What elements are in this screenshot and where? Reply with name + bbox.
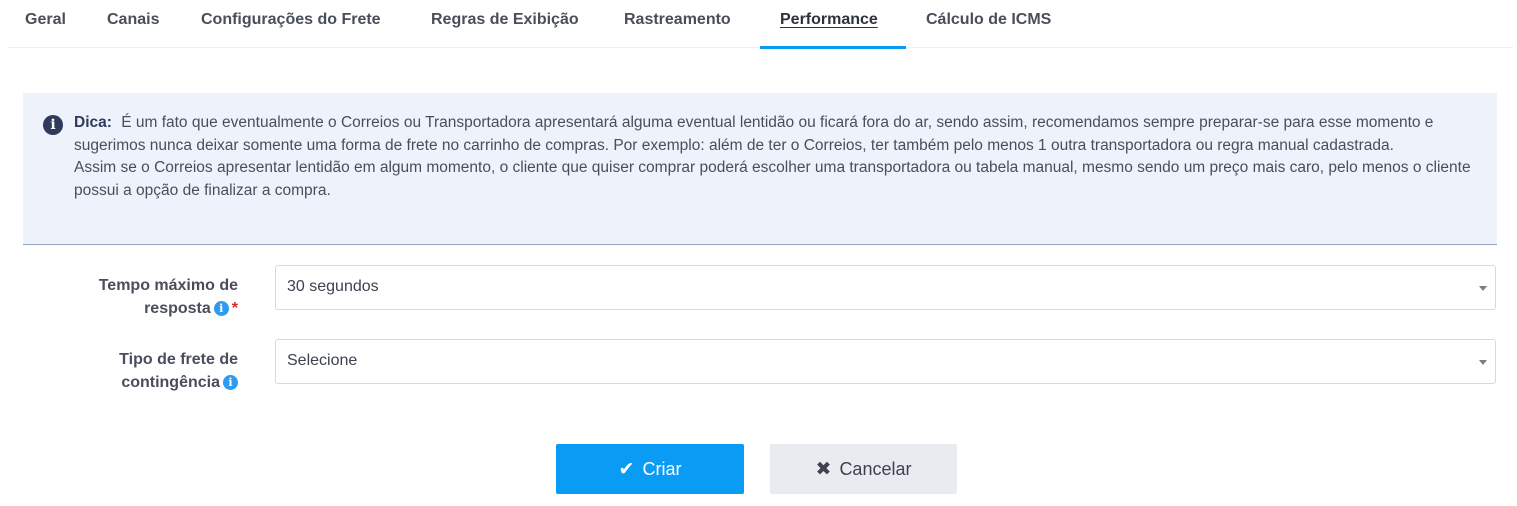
tip-box: i Dica: É um fato que eventualmente o Co…	[23, 93, 1497, 245]
info-icon[interactable]: i	[223, 375, 238, 390]
tip-paragraph-1-text: É um fato que eventualmente o Correios o…	[74, 114, 1434, 154]
tab-canais[interactable]: Canais	[107, 0, 159, 48]
create-button[interactable]: ✔ Criar	[556, 444, 744, 494]
tab-label: Canais	[107, 11, 160, 28]
tab-label: Performance	[780, 11, 878, 28]
tip-label: Dica:	[74, 114, 112, 131]
max-response-label-line1: Tempo máximo de	[98, 277, 238, 294]
tab-calculo-de-icms[interactable]: Cálculo de ICMS	[926, 0, 1051, 48]
info-icon[interactable]: i	[213, 301, 229, 316]
contingency-select[interactable]: Selecione	[275, 339, 1496, 384]
tip-paragraph-2: Assim se o Correios apresentar lentidão …	[74, 159, 1471, 199]
caret-down-icon	[1479, 360, 1487, 365]
tab-performance[interactable]: Performance	[760, 0, 906, 49]
contingency-label-line2: contingência	[121, 374, 220, 391]
caret-down-icon	[1479, 286, 1487, 291]
tab-label: Configurações do Frete	[201, 11, 381, 28]
active-tab-indicator	[760, 46, 906, 49]
tab-label: Cálculo de ICMS	[926, 11, 1052, 28]
max-response-select[interactable]: 30 segundos	[275, 265, 1496, 310]
tab-rastreamento[interactable]: Rastreamento	[624, 0, 731, 48]
tab-geral[interactable]: Geral	[25, 0, 66, 48]
x-icon: ✖	[815, 458, 832, 480]
max-response-label: Tempo máximo de resposta i *	[40, 274, 238, 320]
contingency-label: Tipo de frete de contingência i	[40, 348, 238, 394]
cancel-button[interactable]: ✖ Cancelar	[770, 444, 957, 494]
tab-configuracoes-do-frete[interactable]: Configurações do Frete	[201, 0, 381, 48]
contingency-label-line1: Tipo de frete de	[119, 351, 238, 368]
tip-text: Dica: É um fato que eventualmente o Corr…	[74, 112, 1479, 202]
max-response-value: 30 segundos	[287, 278, 379, 295]
tab-label: Geral	[25, 11, 66, 28]
cancel-button-label: Cancelar	[839, 459, 912, 479]
tip-paragraph-1: Dica: É um fato que eventualmente o Corr…	[74, 112, 1479, 157]
tab-bar: Geral Canais Configurações do Frete Regr…	[8, 0, 1513, 49]
tab-label: Regras de Exibição	[431, 11, 579, 28]
max-response-label-line2: resposta	[144, 300, 211, 317]
contingency-value: Selecione	[287, 352, 358, 369]
info-circle-icon: i	[43, 115, 63, 135]
create-button-label: Criar	[642, 459, 682, 479]
check-icon: ✔	[618, 458, 635, 480]
tab-label: Rastreamento	[624, 11, 731, 28]
required-asterisk: *	[231, 300, 238, 317]
tab-regras-de-exibicao[interactable]: Regras de Exibição	[431, 0, 579, 48]
